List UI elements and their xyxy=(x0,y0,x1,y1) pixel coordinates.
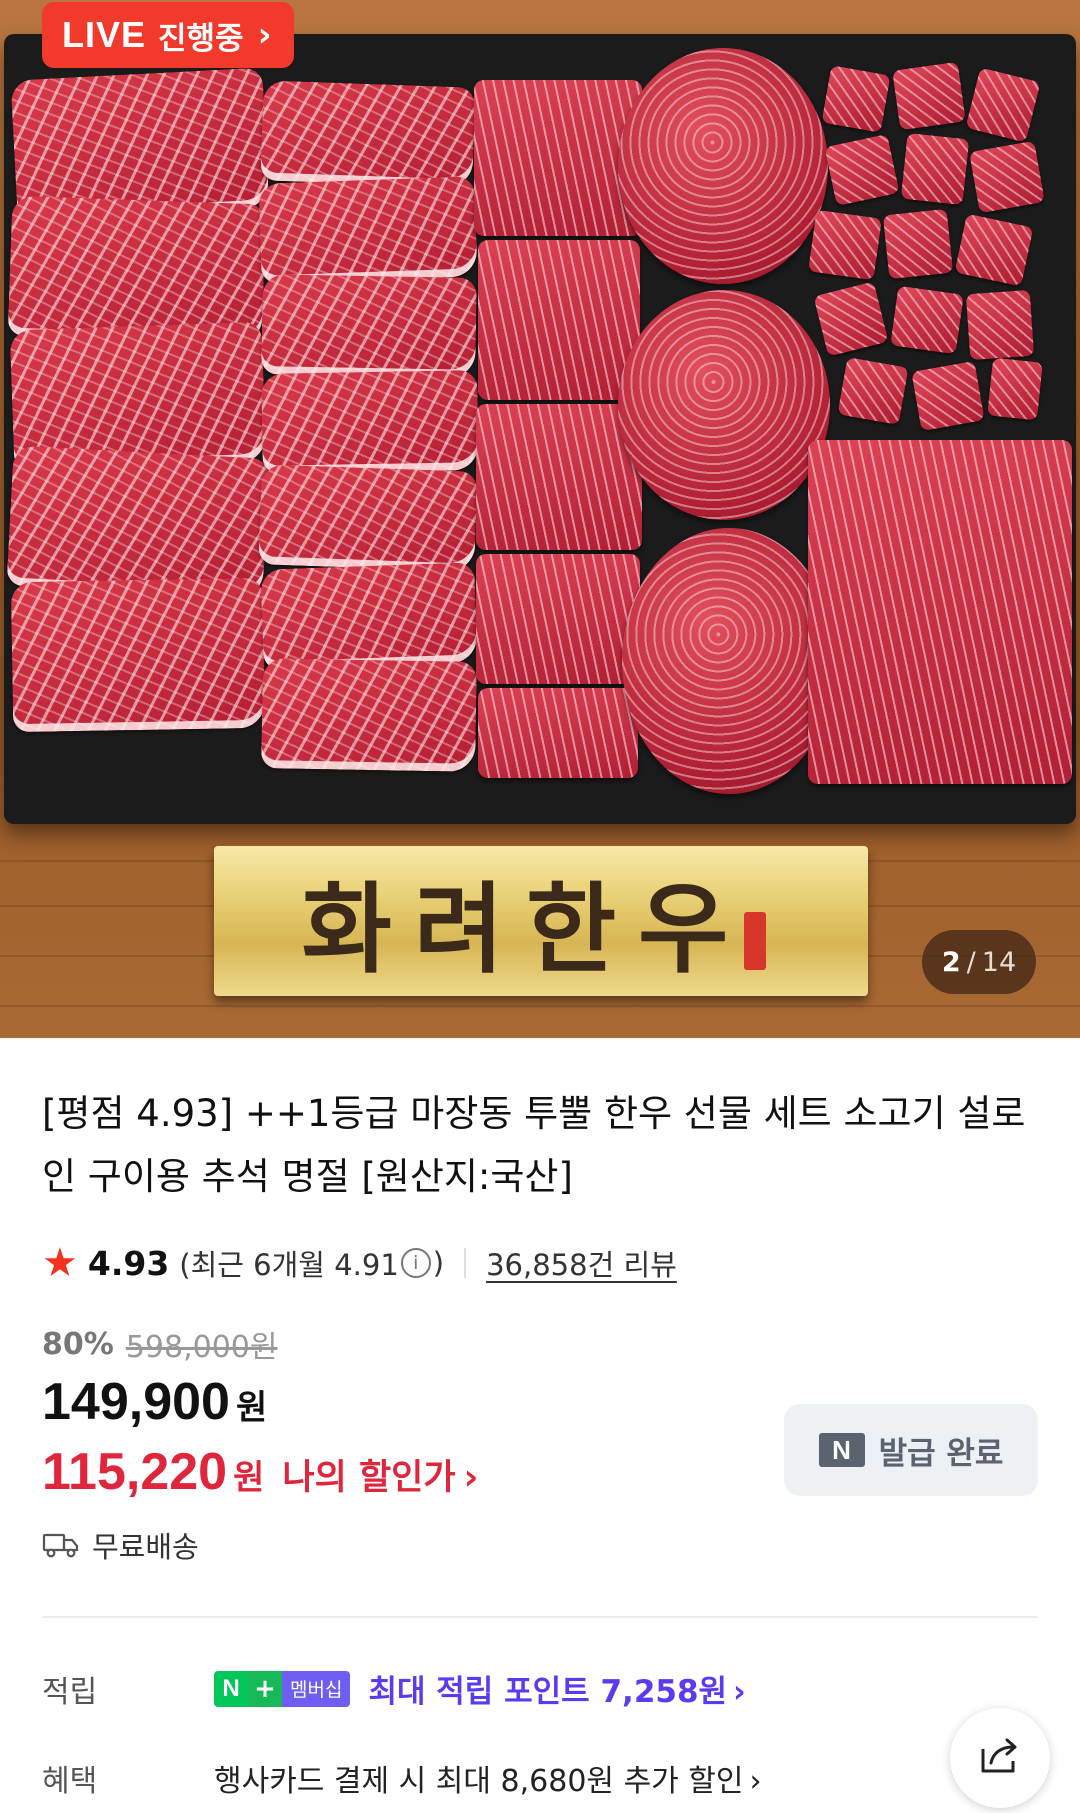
coupon-issued-label: 발급 완료 xyxy=(878,1435,1004,1472)
my-discount-unit: 원 xyxy=(233,1458,265,1498)
section-divider xyxy=(42,1616,1038,1618)
pager-total: 14 xyxy=(981,946,1017,978)
chevron-right-icon: › xyxy=(733,1674,746,1710)
truck-icon xyxy=(42,1531,80,1559)
sale-price-row: 149,900 원 xyxy=(42,1372,267,1432)
my-discount-label: 나의 할인가 xyxy=(282,1458,456,1498)
benefit-row-card: 혜택 행사카드 결제 시 최대 8,680원 추가 할인 › xyxy=(42,1756,762,1800)
brand-plaque: 화려한우 xyxy=(214,846,868,996)
brand-seal xyxy=(744,912,766,970)
image-pager: 2 / 14 xyxy=(922,930,1036,994)
chevron-right-icon: › xyxy=(257,15,272,55)
naver-n-icon: N xyxy=(214,1670,248,1707)
sale-price-unit: 원 xyxy=(235,1388,268,1428)
rating-score: 4.93 xyxy=(87,1243,170,1283)
membership-label: 멤버십 xyxy=(282,1670,351,1707)
product-title: [평점 4.93] ++1등급 마장동 투뿔 한우 선물 세트 소고기 설로인 … xyxy=(42,1092,1026,1198)
pager-separator: / xyxy=(966,946,976,978)
naver-plus-membership-badge: N + 멤버십 xyxy=(214,1670,351,1707)
max-points-text: 최대 적립 포인트 7,258원 xyxy=(368,1674,728,1710)
product-image[interactable]: LIVE 진행중 › 화려한우 2 / 14 xyxy=(0,0,1080,1038)
coupon-issued-button[interactable]: N 발급 완료 xyxy=(784,1404,1038,1496)
brand-plaque-text: 화려한우 xyxy=(301,872,751,987)
divider xyxy=(464,1248,467,1278)
recent-rating-text: (최근 6개월 4.91 xyxy=(179,1248,399,1282)
pager-current: 2 xyxy=(941,946,961,978)
share-button[interactable] xyxy=(950,1708,1050,1808)
plus-icon: + xyxy=(248,1670,282,1707)
benefit-key: 적립 xyxy=(42,1674,98,1710)
star-icon: ★ xyxy=(42,1240,78,1286)
shipping-info: 무료배송 xyxy=(42,1524,199,1566)
chevron-right-icon: › xyxy=(749,1764,762,1799)
live-badge[interactable]: LIVE 진행중 › xyxy=(42,2,294,68)
live-status: 진행중 xyxy=(158,20,244,57)
card-discount-text: 행사카드 결제 시 최대 8,680원 추가 할인 xyxy=(214,1764,744,1799)
my-discount-price: 115,220 xyxy=(42,1443,228,1501)
rating-row: ★ 4.93 (최근 6개월 4.91 i ) 36,858건 리뷰 xyxy=(42,1238,677,1288)
original-price: 598,000원 xyxy=(125,1330,278,1365)
recent-rating: (최근 6개월 4.91 i ) xyxy=(179,1242,444,1284)
sale-price: 149,900 xyxy=(42,1373,230,1431)
recent-rating-close: ) xyxy=(432,1246,445,1280)
review-count-link[interactable]: 36,858건 리뷰 xyxy=(486,1242,677,1284)
benefit-key: 혜택 xyxy=(42,1764,98,1799)
benefit-row-points: 적립 N + 멤버십 최대 적립 포인트 7,258원 › xyxy=(42,1666,746,1711)
discount-rate: 80% xyxy=(42,1326,114,1362)
share-icon xyxy=(977,1733,1023,1783)
live-label: LIVE xyxy=(62,14,147,55)
naver-n-icon: N xyxy=(818,1433,865,1467)
card-discount-link[interactable]: 행사카드 결제 시 최대 8,680원 추가 할인 › xyxy=(214,1756,762,1800)
chevron-right-icon: › xyxy=(463,1457,479,1498)
shipping-label: 무료배송 xyxy=(92,1530,199,1564)
my-discount-price-link[interactable]: 115,220 원 나의 할인가 › xyxy=(42,1442,478,1502)
max-points-link[interactable]: 최대 적립 포인트 7,258원 › xyxy=(368,1666,745,1711)
original-price-row: 80% 598,000원 xyxy=(42,1322,277,1366)
info-icon[interactable]: i xyxy=(400,1248,431,1278)
